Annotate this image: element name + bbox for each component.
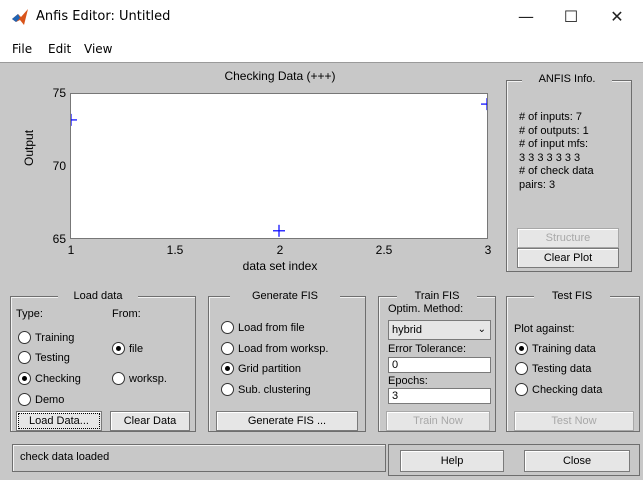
optim-method-select[interactable]: hybrid ⌄ bbox=[388, 320, 491, 340]
error-tolerance-input[interactable]: 0 bbox=[388, 357, 491, 373]
menu-view[interactable]: View bbox=[84, 42, 112, 56]
plot-title: Checking Data (+++) bbox=[224, 69, 336, 83]
x-tick-2-5: 2.5 bbox=[375, 243, 393, 257]
x-tick-1: 1 bbox=[67, 243, 75, 257]
radio-label: Load from worksp. bbox=[238, 342, 329, 355]
radio-file[interactable]: file bbox=[112, 342, 143, 355]
plot-against-label: Plot against: bbox=[514, 323, 575, 335]
menu-file[interactable]: File bbox=[12, 42, 32, 56]
radio-label: worksp. bbox=[129, 372, 167, 385]
radio-label: Sub. clustering bbox=[238, 383, 311, 396]
radio-load-from-workspace[interactable]: Load from worksp. bbox=[221, 342, 328, 355]
matlab-icon bbox=[12, 9, 28, 25]
epochs-label: Epochs: bbox=[388, 375, 428, 387]
error-tolerance-label: Error Tolerance: bbox=[388, 343, 467, 355]
radio-indicator bbox=[112, 342, 125, 355]
radio-checking[interactable]: Checking bbox=[18, 372, 81, 385]
radio-label: Training bbox=[35, 331, 75, 344]
epochs-input[interactable]: 3 bbox=[388, 388, 491, 404]
radio-label: Demo bbox=[35, 393, 65, 406]
radio-testing-data[interactable]: Testing data bbox=[515, 362, 591, 375]
radio-load-from-file[interactable]: Load from file bbox=[221, 321, 305, 334]
train-now-button[interactable]: Train Now bbox=[386, 411, 490, 431]
radio-indicator bbox=[515, 383, 528, 396]
x-tick-2: 2 bbox=[276, 243, 284, 257]
radio-label: Testing data bbox=[532, 362, 592, 375]
radio-training[interactable]: Training bbox=[18, 331, 74, 344]
radio-testing[interactable]: Testing bbox=[18, 351, 70, 364]
chevron-down-icon: ⌄ bbox=[477, 324, 486, 335]
info-line: pairs: 3 bbox=[519, 178, 556, 191]
radio-grid-partition[interactable]: Grid partition bbox=[221, 362, 301, 375]
info-line: # of outputs: 1 bbox=[519, 124, 589, 137]
clear-plot-button[interactable]: Clear Plot bbox=[517, 248, 619, 268]
radio-label: file bbox=[129, 342, 144, 355]
data-point-marker bbox=[65, 113, 77, 126]
radio-label: Checking bbox=[35, 372, 81, 385]
radio-label: Load from file bbox=[238, 321, 305, 334]
data-point-marker bbox=[481, 98, 493, 111]
radio-indicator bbox=[112, 372, 125, 385]
radio-indicator bbox=[18, 372, 31, 385]
clear-data-button[interactable]: Clear Data bbox=[110, 411, 190, 431]
anfis-info-text: # of inputs: 7 # of outputs: 1 # of inpu… bbox=[519, 111, 629, 192]
radio-training-data[interactable]: Training data bbox=[515, 342, 596, 355]
radio-demo[interactable]: Demo bbox=[18, 393, 64, 406]
data-point-marker bbox=[273, 224, 285, 237]
status-message: check data loaded bbox=[20, 451, 110, 463]
load-data-title: Load data bbox=[58, 290, 138, 302]
radio-checking-data[interactable]: Checking data bbox=[515, 383, 602, 396]
radio-indicator bbox=[221, 383, 234, 396]
test-fis-title: Test FIS bbox=[534, 290, 610, 302]
radio-indicator bbox=[515, 362, 528, 375]
optim-method-label: Optim. Method: bbox=[388, 303, 464, 315]
test-now-button[interactable]: Test Now bbox=[514, 411, 634, 431]
x-tick-1-5: 1.5 bbox=[166, 243, 184, 257]
info-line: # of input mfs: bbox=[519, 138, 589, 150]
radio-sub-clustering[interactable]: Sub. clustering bbox=[221, 383, 311, 396]
menu-edit[interactable]: Edit bbox=[48, 42, 71, 56]
x-axis-label: data set index bbox=[242, 259, 318, 273]
close-button[interactable]: Close bbox=[524, 450, 630, 472]
radio-label: Training data bbox=[532, 342, 596, 355]
info-line: # of check data bbox=[519, 165, 594, 177]
help-button[interactable]: Help bbox=[400, 450, 504, 472]
radio-label: Testing bbox=[35, 351, 70, 364]
radio-indicator bbox=[221, 362, 234, 375]
y-tick-75: 75 bbox=[52, 86, 66, 100]
radio-indicator bbox=[18, 331, 31, 344]
train-fis-title: Train FIS bbox=[397, 290, 477, 302]
x-tick-3: 3 bbox=[484, 243, 492, 257]
optim-method-value: hybrid bbox=[392, 324, 422, 336]
window-title: Anfis Editor: Untitled bbox=[36, 9, 171, 24]
generate-fis-button[interactable]: Generate FIS ... bbox=[216, 411, 358, 431]
radio-indicator bbox=[18, 393, 31, 406]
anfis-info-title: ANFIS Info. bbox=[522, 73, 612, 85]
load-data-button[interactable]: Load Data... bbox=[16, 411, 102, 431]
type-label: Type: bbox=[16, 308, 43, 320]
y-axis-label: Output bbox=[22, 129, 36, 166]
maximize-button[interactable]: ☐ bbox=[560, 6, 582, 28]
info-line: 3 3 3 3 3 3 3 bbox=[519, 151, 581, 164]
radio-label: Grid partition bbox=[238, 362, 301, 375]
radio-indicator bbox=[221, 342, 234, 355]
close-window-button[interactable]: ✕ bbox=[606, 6, 628, 28]
y-tick-70: 70 bbox=[52, 159, 66, 173]
radio-indicator bbox=[18, 351, 31, 364]
radio-workspace[interactable]: worksp. bbox=[112, 372, 167, 385]
radio-indicator bbox=[221, 321, 234, 334]
from-label: From: bbox=[112, 308, 141, 320]
radio-indicator bbox=[515, 342, 528, 355]
info-line: # of inputs: 7 bbox=[519, 111, 582, 123]
scatter-plot bbox=[65, 98, 493, 237]
minimize-button[interactable]: — bbox=[515, 6, 537, 28]
radio-label: Checking data bbox=[532, 383, 603, 396]
plot-area bbox=[65, 93, 493, 239]
structure-button[interactable]: Structure bbox=[517, 228, 619, 248]
generate-fis-title: Generate FIS bbox=[230, 290, 340, 302]
